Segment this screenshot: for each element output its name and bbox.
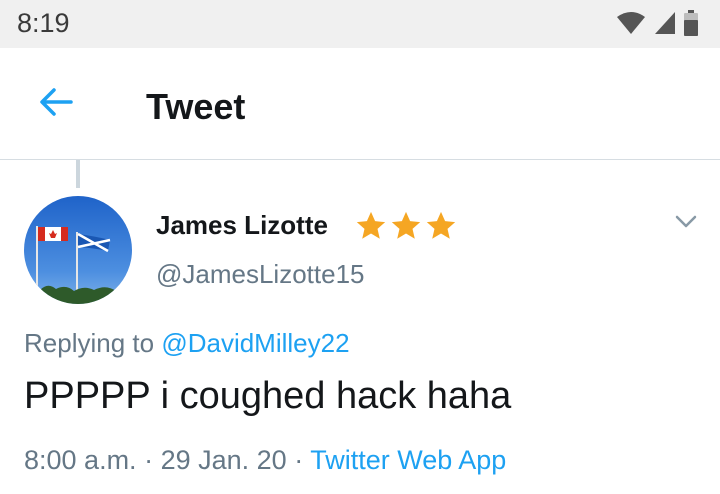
- tweet-time: 8:00 a.m.: [24, 445, 137, 475]
- tweet-menu-button[interactable]: [670, 210, 702, 238]
- star-icon: [354, 209, 388, 248]
- status-bar: 8:19: [0, 0, 720, 48]
- back-button[interactable]: [30, 84, 82, 124]
- tweet-text: PPPPP i coughed hack haha: [24, 375, 512, 417]
- thread-connector-line: [76, 160, 80, 188]
- star-icon: [424, 209, 458, 248]
- tweet-source-link[interactable]: Twitter Web App: [310, 445, 506, 475]
- meta-separator: ·: [294, 445, 304, 475]
- author-name[interactable]: James Lizotte: [156, 210, 328, 241]
- tweet-meta: 8:00 a.m. · 29 Jan. 20 · Twitter Web App: [24, 445, 506, 476]
- author-handle[interactable]: @JamesLizotte15: [156, 259, 365, 290]
- reply-handle-link[interactable]: @DavidMilley22: [161, 328, 349, 358]
- canada-flag: [38, 227, 68, 241]
- avatar[interactable]: [24, 196, 132, 304]
- avatar-image: [24, 196, 132, 304]
- star-icon: [389, 209, 423, 248]
- chevron-down-icon: [675, 215, 697, 234]
- wifi-icon: [616, 11, 646, 40]
- app-bar: Tweet: [0, 48, 720, 160]
- status-time: 8:19: [17, 8, 70, 38]
- name-emoji-badges: [354, 209, 458, 248]
- status-icons: [616, 9, 698, 41]
- reply-context: Replying to @DavidMilley22: [24, 328, 350, 359]
- reply-prefix: Replying to: [24, 328, 155, 358]
- meta-separator: ·: [144, 445, 154, 475]
- back-arrow-icon: [38, 87, 74, 122]
- tweet-date: 29 Jan. 20: [160, 445, 287, 475]
- page-title: Tweet: [146, 86, 246, 127]
- battery-icon: [684, 9, 698, 41]
- cell-signal-icon: [654, 11, 676, 40]
